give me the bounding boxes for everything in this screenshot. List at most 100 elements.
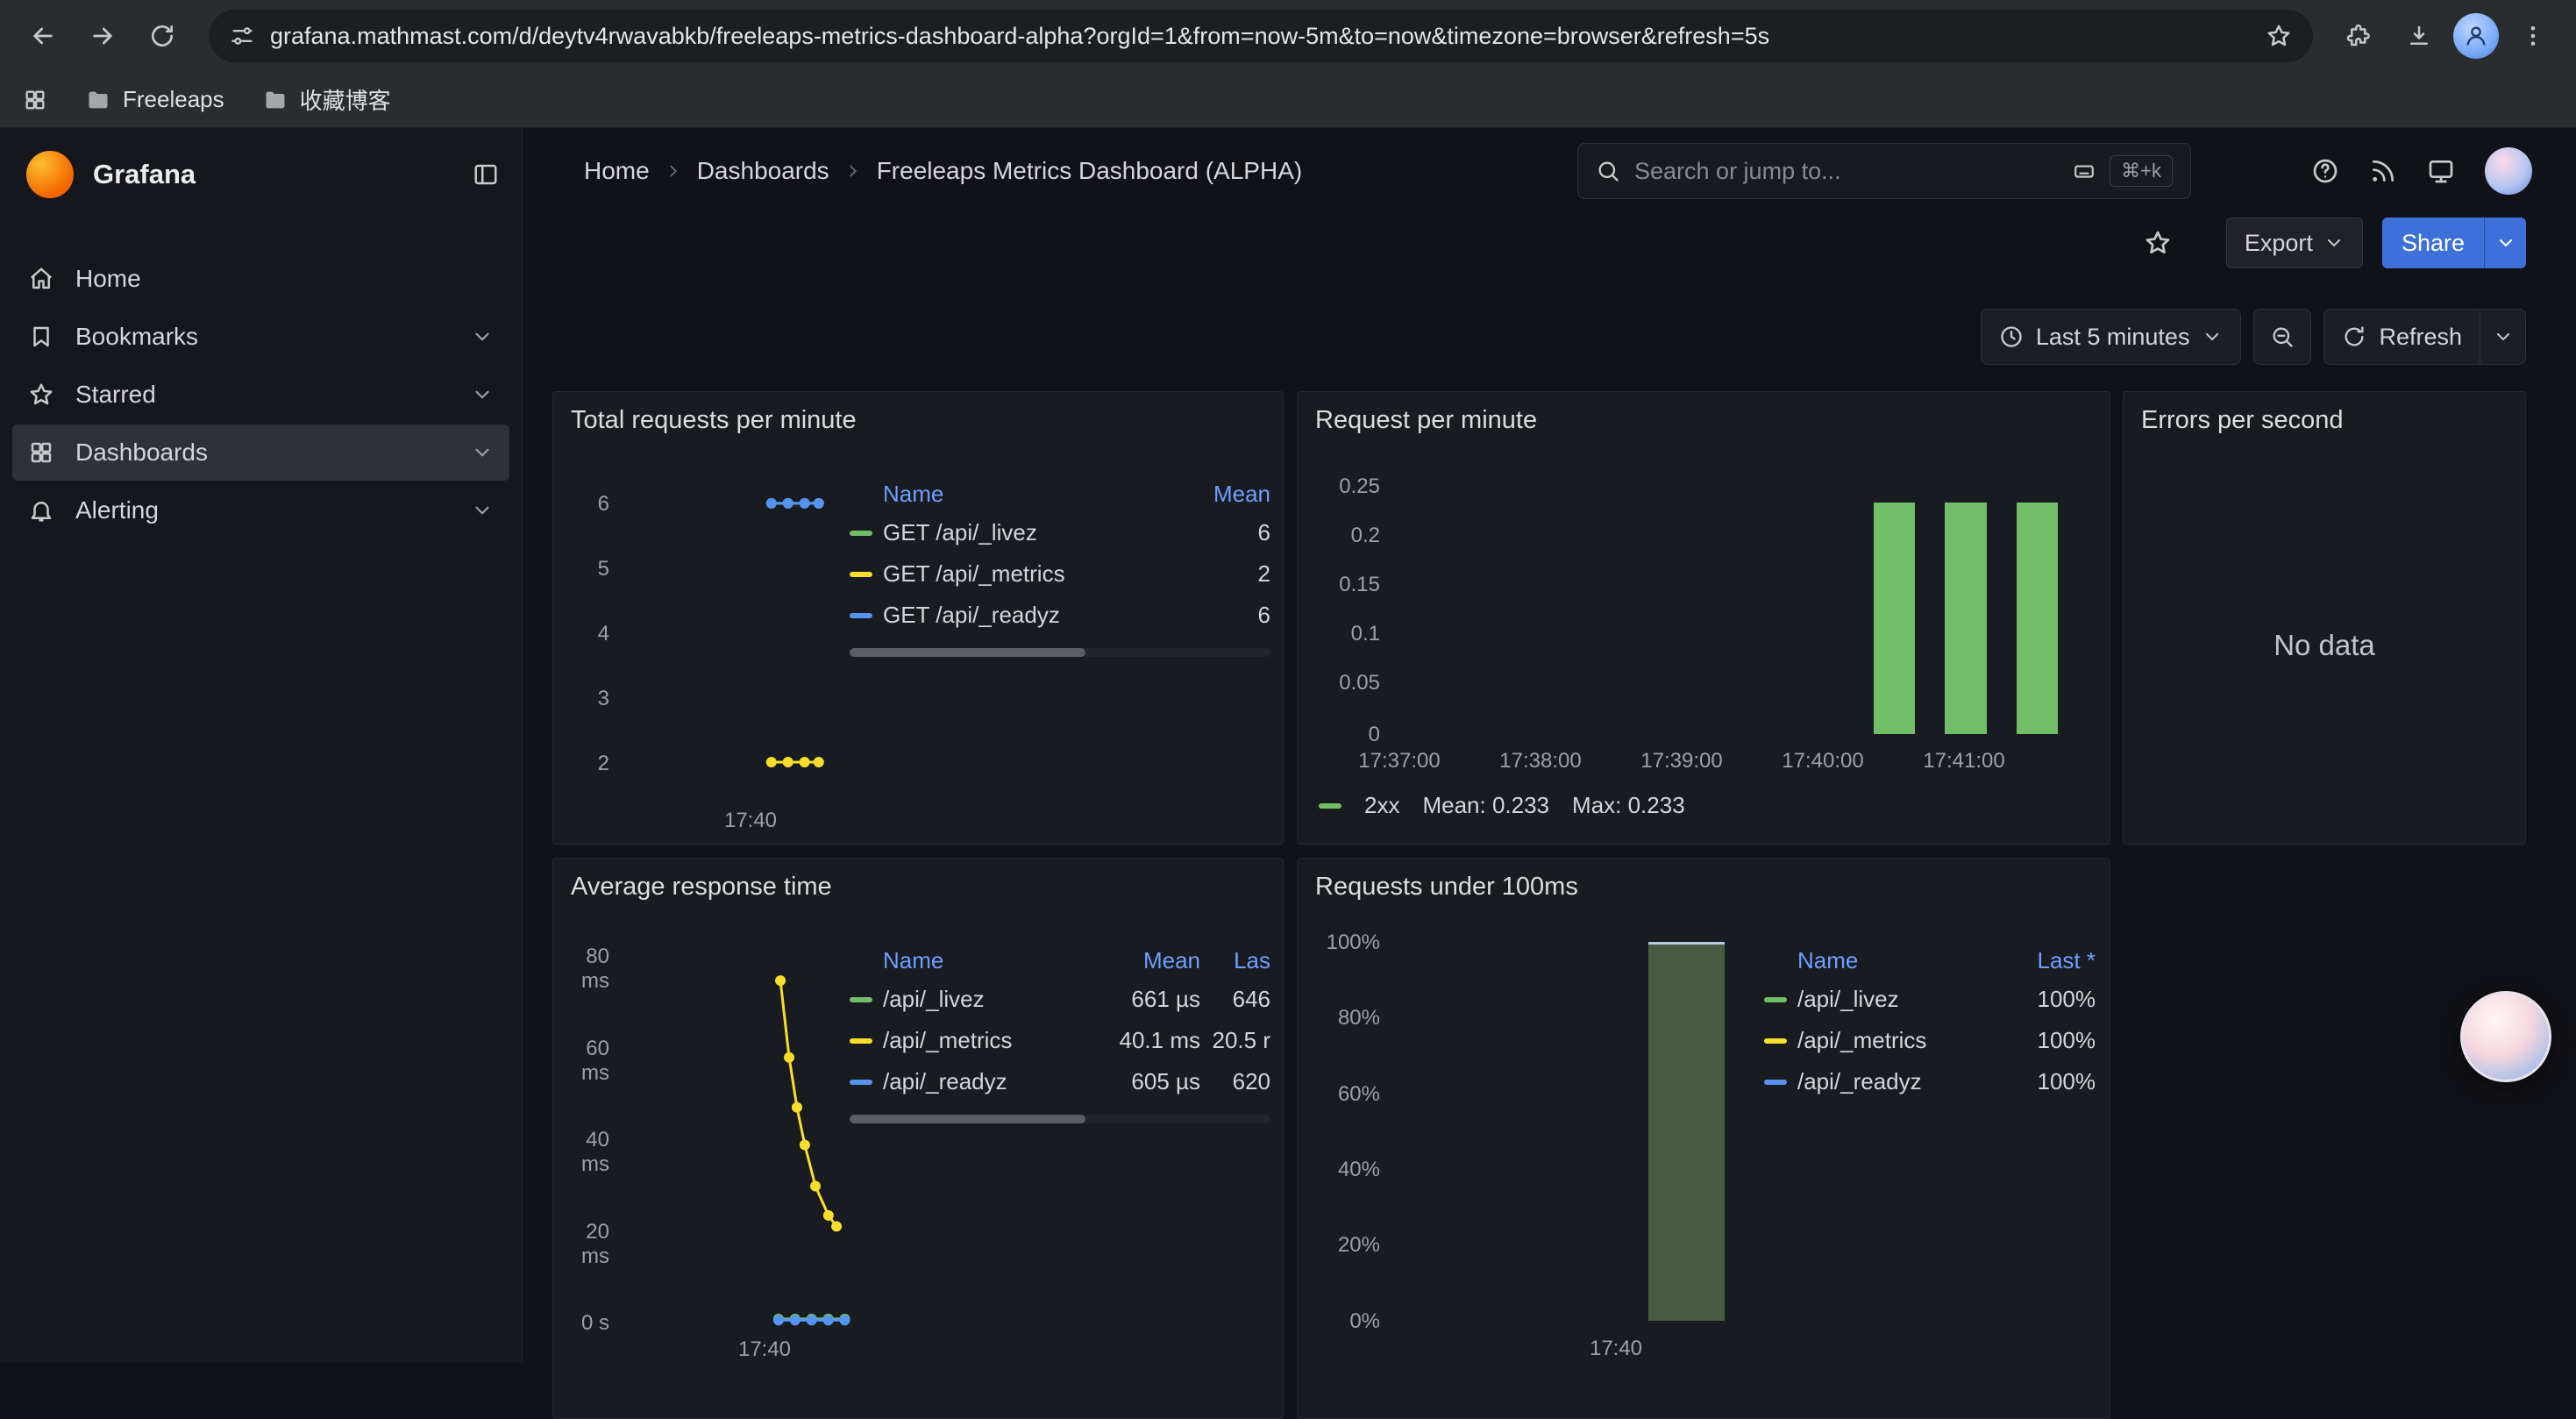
download-icon[interactable] [2394,11,2444,61]
chevron-down-icon [2202,326,2223,347]
sidebar: Grafana Home Bookmarks Starred [0,128,523,1363]
sidebar-item-starred[interactable]: Starred [12,367,509,423]
legend-row[interactable]: 2xx Mean: 0.233 Max: 0.233 [1319,792,1685,819]
search-box[interactable]: ⌘+k [1577,143,2191,199]
bookmark-folder-blogs[interactable]: 收藏博客 [263,83,391,116]
legend-col-name[interactable]: Name [883,947,1095,974]
panel-title[interactable]: Request per minute [1315,406,1537,435]
browser-reload-button[interactable] [137,11,188,61]
legend-col-name[interactable]: Name [883,481,1183,508]
series-swatch [1319,803,1341,809]
chevron-down-icon[interactable] [471,383,494,406]
legend-row[interactable]: /api/_readyz 605 µs 620 [850,1061,1270,1102]
sidebar-item-alerting[interactable]: Alerting [12,482,509,538]
panel-title[interactable]: Average response time [571,873,832,902]
grafana-header: Home Dashboards Freeleaps Metrics Dashbo… [523,128,2576,214]
sidebar-item-label: Alerting [75,496,159,524]
legend-col-last[interactable]: Last * [2008,947,2096,974]
panel-errors-per-second: Errors per second No data [2123,391,2526,845]
legend-row[interactable]: /api/_livez 661 µs 646 [850,979,1270,1020]
legend-row[interactable]: GET /api/_metrics 2 [850,553,1270,595]
legend-row[interactable]: /api/_metrics 100% [1764,1020,2096,1061]
chevron-down-icon[interactable] [471,499,494,522]
bookmark-star-icon[interactable] [2266,23,2292,49]
apps-grid-icon[interactable] [23,88,47,112]
legend-col-last[interactable]: Las [1200,947,1270,974]
sidebar-toggle-icon[interactable] [473,161,499,188]
user-avatar[interactable] [2485,147,2532,195]
site-info-icon[interactable] [230,24,254,48]
panel-average-response-time: Average response time 80 ms 60 ms 40 ms … [552,858,1284,1419]
display-icon[interactable] [2427,157,2455,185]
sidebar-item-label: Bookmarks [75,323,198,351]
breadcrumb-dashboards[interactable]: Dashboards [697,157,829,185]
url-text[interactable]: grafana.mathmast.com/d/deytv4rwavabkb/fr… [270,23,2250,50]
bookmark-icon [28,324,54,350]
browser-menu-icon[interactable] [2508,11,2558,61]
average-response-chart: 80 ms 60 ms 40 ms 20 ms 0 s 17:40 [567,938,865,1358]
bar-plot [1389,486,2081,734]
legend-col-mean[interactable]: Mean [1095,947,1200,974]
horizontal-scrollbar[interactable] [850,1115,1270,1123]
chevron-down-icon[interactable] [471,325,494,348]
time-range-button[interactable]: Last 5 minutes [1981,309,2242,365]
panel-total-requests: Total requests per minute 6 5 4 3 2 17:4… [552,391,1284,845]
search-icon [1596,159,1620,183]
sidebar-item-home[interactable]: Home [12,251,509,307]
refresh-interval-caret-button[interactable] [2480,309,2526,365]
panel-title[interactable]: Requests under 100ms [1315,873,1578,902]
news-rss-icon[interactable] [2369,157,2397,185]
refresh-button[interactable]: Refresh [2323,309,2480,365]
chevron-down-icon[interactable] [471,441,494,464]
panel-requests-under-100ms: Requests under 100ms 100% 80% 60% 40% 20… [1297,858,2110,1419]
legend-row[interactable]: /api/_livez 100% [1764,979,2096,1020]
request-per-minute-chart: 0.25 0.2 0.15 0.1 0.05 0 17:37:00 17:38:… [1319,471,2090,839]
series-swatch [1764,997,1787,1002]
sidebar-item-dashboards[interactable]: Dashboards [12,424,509,481]
bookmark-label: 收藏博客 [300,83,391,116]
legend-table: Name Mean Las /api/_livez 661 µs 646 /ap… [850,942,1270,1123]
star-icon [28,381,54,408]
scrollbar-thumb[interactable] [850,648,1085,657]
bookmark-folder-freeleaps[interactable]: Freeleaps [86,86,224,113]
url-bar[interactable]: grafana.mathmast.com/d/deytv4rwavabkb/fr… [209,10,2313,62]
brand-title: Grafana [93,159,453,190]
shortcut-kbd: ⌘+k [2110,155,2173,187]
extensions-icon[interactable] [2334,11,2385,61]
sidebar-item-bookmarks[interactable]: Bookmarks [12,309,509,365]
floating-assistant-avatar[interactable] [2460,991,2551,1082]
export-button[interactable]: Export [2226,217,2363,268]
series-swatch [1764,1038,1787,1044]
grafana-logo[interactable] [26,151,74,198]
no-data-text: No data [2124,629,2525,662]
bell-icon [28,497,54,524]
zoom-out-button[interactable] [2253,309,2311,365]
help-icon[interactable] [2311,157,2339,185]
panel-title[interactable]: Total requests per minute [571,406,857,435]
legend-row[interactable]: /api/_metrics 40.1 ms 20.5 r [850,1020,1270,1061]
bar-plot [1389,942,1766,1321]
legend-row[interactable]: GET /api/_livez 6 [850,512,1270,553]
zoom-out-icon [2270,324,2295,349]
legend-row[interactable]: GET /api/_readyz 6 [850,595,1270,636]
search-input[interactable] [1634,158,2059,185]
browser-forward-button[interactable] [77,11,128,61]
folder-icon [263,88,288,112]
horizontal-scrollbar[interactable] [850,648,1270,657]
legend-col-mean[interactable]: Mean [1183,481,1270,508]
browser-back-button[interactable] [18,11,68,61]
panel-title[interactable]: Errors per second [2141,406,2344,435]
under-100ms-chart: 100% 80% 60% 40% 20% 0% 17:40 [1319,929,1810,1367]
sidebar-item-label: Home [75,265,141,293]
breadcrumb-home[interactable]: Home [584,157,650,185]
share-button[interactable]: Share [2382,217,2484,268]
legend-col-name[interactable]: Name [1797,947,2008,974]
total-requests-chart: 6 5 4 3 2 17:40 [567,471,865,839]
scrollbar-thumb[interactable] [850,1115,1085,1123]
browser-profile-avatar[interactable] [2453,13,2499,59]
share-caret-button[interactable] [2484,217,2526,268]
legend-row[interactable]: /api/_readyz 100% [1764,1061,2096,1102]
legend-table: Name Mean GET /api/_livez 6 GET /api/_me… [850,475,1270,657]
share-label: Share [2402,230,2465,257]
favorite-star-button[interactable] [2144,229,2172,257]
